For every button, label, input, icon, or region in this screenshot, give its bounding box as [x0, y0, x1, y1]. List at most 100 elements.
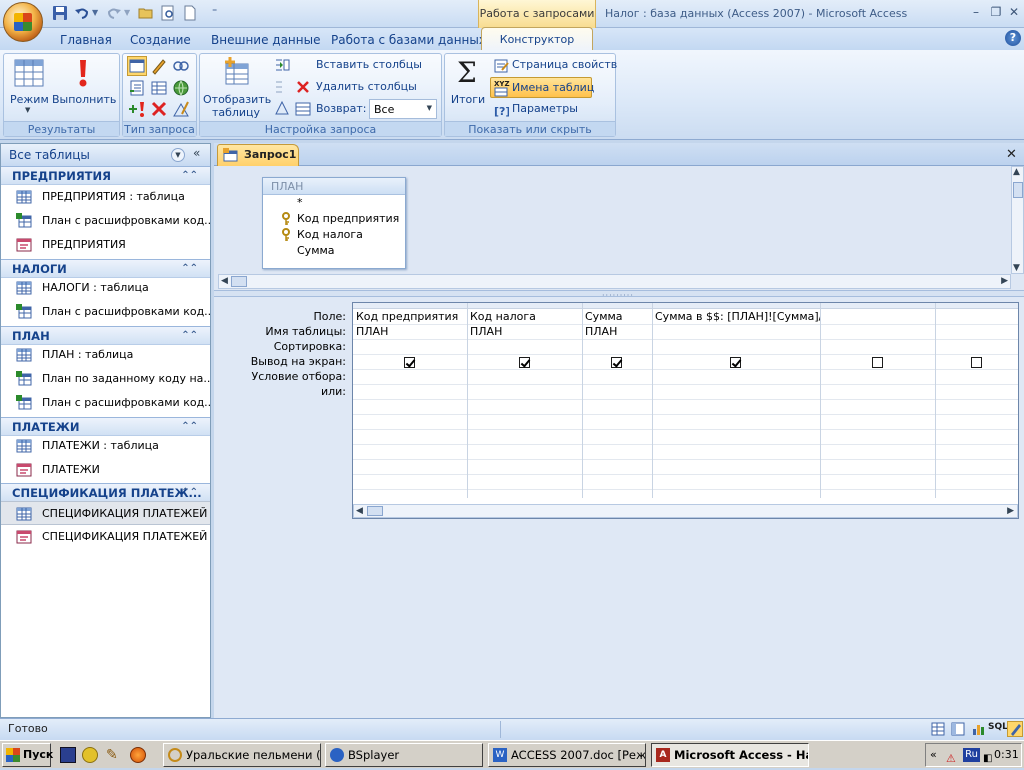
grid-sort-cell[interactable] — [582, 339, 652, 354]
task-access-doc[interactable]: W ACCESS 2007.doc [Режим... — [488, 743, 646, 767]
tab-create[interactable]: Создание — [130, 31, 191, 50]
grid-or-cell[interactable] — [935, 384, 1019, 399]
grid-or-cell[interactable] — [353, 384, 467, 399]
upper-horizontal-scrollbar[interactable]: ◀ ▶ — [218, 274, 1011, 289]
field-list-item[interactable]: Код предприятия — [263, 211, 405, 227]
union-query-button[interactable] — [172, 79, 190, 97]
scroll-thumb[interactable] — [231, 276, 247, 287]
collapse-pane-icon[interactable]: « — [193, 146, 200, 160]
show-desktop-icon[interactable] — [60, 747, 76, 763]
grid-criteria-cell[interactable] — [820, 369, 935, 384]
tab-external-data[interactable]: Внешние данные — [211, 31, 320, 50]
nav-pane-header[interactable]: Все таблицы ▼ « — [1, 144, 210, 167]
language-indicator[interactable]: Ru — [963, 748, 980, 762]
tray-expand-icon[interactable]: « — [930, 744, 937, 766]
grid-table-cell[interactable] — [820, 324, 935, 339]
grid-criteria-cell[interactable] — [935, 369, 1019, 384]
nav-group-header[interactable]: СПЕЦИФИКАЦИЯ ПЛАТЕЖ... ⌃⌃ — [1, 483, 210, 502]
speaker-tray-icon[interactable]: ◧ — [983, 748, 992, 770]
grid-table-cell[interactable] — [935, 324, 1019, 339]
nav-item[interactable]: План с расшифровками код... — [1, 300, 210, 324]
return-select[interactable]: Все ▼ — [369, 99, 437, 119]
parameters-button[interactable]: [?] Параметры — [491, 101, 611, 119]
field-list-item[interactable]: Сумма — [263, 243, 405, 259]
collapse-group-icon[interactable]: ⌃⌃ — [181, 167, 198, 185]
vscroll-thumb[interactable] — [1013, 182, 1023, 198]
show-checkbox[interactable] — [971, 357, 982, 368]
task-uralskie-pelmeni[interactable]: Уральские пельмени (Т... — [163, 743, 321, 767]
chart-view-status-icon[interactable] — [970, 721, 986, 740]
tab-database-tools[interactable]: Работа с базами данных — [331, 31, 486, 50]
table-names-button[interactable]: XYZ Имена таблиц — [490, 77, 594, 98]
grid-scroll-thumb[interactable] — [367, 506, 383, 516]
grid-or-cell[interactable] — [820, 384, 935, 399]
delete-columns-button[interactable]: Удалить столбцы — [274, 79, 434, 97]
customize-qat-icon[interactable]: ⁼ — [212, 5, 228, 21]
make-query-button[interactable] — [128, 100, 146, 118]
field-list-item[interactable]: * — [263, 195, 405, 211]
delete-query-button[interactable] — [150, 100, 168, 118]
grid-criteria-cell[interactable] — [467, 369, 582, 384]
sql-view-button[interactable]: SQL — [988, 722, 1008, 732]
totals-button[interactable]: Σ Итоги — [449, 56, 487, 116]
grid-field-cell[interactable] — [820, 309, 935, 324]
document-tab-query1[interactable]: Запрос1 — [217, 144, 299, 166]
warning-tray-icon[interactable]: ⚠ — [946, 748, 956, 770]
nav-item[interactable]: ПЛАН : таблица — [1, 343, 210, 367]
nav-item[interactable]: НАЛОГИ : таблица — [1, 276, 210, 300]
grid-field-cell[interactable] — [935, 309, 1019, 324]
field-list-plan[interactable]: ПЛАН * Код предприятия Код налога Сумма — [262, 177, 406, 269]
office-button[interactable] — [3, 2, 43, 42]
grid-field-cell[interactable]: Сумма в $$: [ПЛАН]![Сумма]/30 — [652, 309, 820, 324]
show-checkbox[interactable] — [730, 357, 741, 368]
grid-table-cell[interactable]: ПЛАН — [353, 324, 467, 339]
select-query-button[interactable] — [127, 56, 147, 76]
grid-table-cell[interactable] — [652, 324, 820, 339]
nav-item[interactable]: ПРЕДПРИЯТИЯ : таблица — [1, 185, 210, 209]
print-preview-icon[interactable] — [160, 5, 176, 21]
nav-group-header[interactable]: ПРЕДПРИЯТИЯ ⌃⌃ — [1, 166, 210, 185]
grid-sort-cell[interactable] — [652, 339, 820, 354]
run-button[interactable]: Выполнить — [52, 56, 116, 116]
show-checkbox[interactable] — [404, 357, 415, 368]
grid-sort-cell[interactable] — [935, 339, 1019, 354]
query-design-grid[interactable]: Код предприятия ПЛАН Код налога ПЛАН Сумма ПЛ… — [352, 302, 1019, 519]
grid-scroll-left-icon[interactable]: ◀ — [356, 506, 363, 516]
field-list-title[interactable]: ПЛАН — [263, 178, 405, 195]
nav-item[interactable]: СПЕЦИФИКАЦИЯ ПЛАТЕЖЕЙ ... — [1, 501, 210, 525]
crosstab-query-button[interactable] — [172, 57, 190, 75]
tab-home[interactable]: Главная — [60, 31, 112, 50]
tab-design[interactable]: Конструктор — [481, 27, 593, 51]
nav-item[interactable]: ПЛАТЕЖИ : таблица — [1, 434, 210, 458]
scroll-right-icon[interactable]: ▶ — [1001, 276, 1008, 286]
redo-icon[interactable] — [106, 5, 122, 21]
append-query-button[interactable] — [128, 79, 146, 97]
grid-criteria-cell[interactable] — [652, 369, 820, 384]
grid-table-cell[interactable]: ПЛАН — [467, 324, 582, 339]
restore-icon[interactable]: ❐ — [988, 4, 1004, 20]
show-table-button[interactable]: Отобразить таблицу — [203, 56, 271, 119]
grid-criteria-cell[interactable] — [353, 369, 467, 384]
grid-field-cell[interactable]: Код предприятия — [353, 309, 467, 324]
grid-table-cell[interactable]: ПЛАН — [582, 324, 652, 339]
grid-or-cell[interactable] — [652, 384, 820, 399]
grid-horizontal-scrollbar[interactable]: ◀ ▶ — [353, 504, 1018, 518]
insert-columns-button[interactable]: Вставить столбцы — [274, 57, 434, 75]
upper-vertical-scrollbar[interactable]: ▲ ▼ — [1011, 166, 1024, 274]
make-table-query-button[interactable] — [150, 57, 168, 75]
grid-scroll-right-icon[interactable]: ▶ — [1007, 506, 1014, 516]
save-icon[interactable] — [52, 5, 68, 21]
close-icon[interactable]: ✕ — [1006, 4, 1022, 20]
search-quicklaunch-icon[interactable] — [82, 747, 98, 763]
data-definition-button[interactable] — [172, 100, 190, 118]
grid-criteria-cell[interactable] — [582, 369, 652, 384]
datasheet-view-status-icon[interactable] — [930, 721, 946, 740]
nav-item[interactable]: СПЕЦИФИКАЦИЯ ПЛАТЕЖЕЙ ... — [1, 525, 210, 549]
tool-quicklaunch-icon[interactable]: ✎ — [106, 747, 118, 763]
help-icon[interactable]: ? — [1005, 30, 1021, 46]
collapse-group-icon[interactable]: ⌃⌃ — [181, 484, 198, 502]
minimize-icon[interactable]: – — [968, 4, 984, 20]
grid-or-cell[interactable] — [582, 384, 652, 399]
nav-dropdown-icon[interactable]: ▼ — [171, 148, 185, 162]
update-query-button[interactable] — [150, 79, 168, 97]
